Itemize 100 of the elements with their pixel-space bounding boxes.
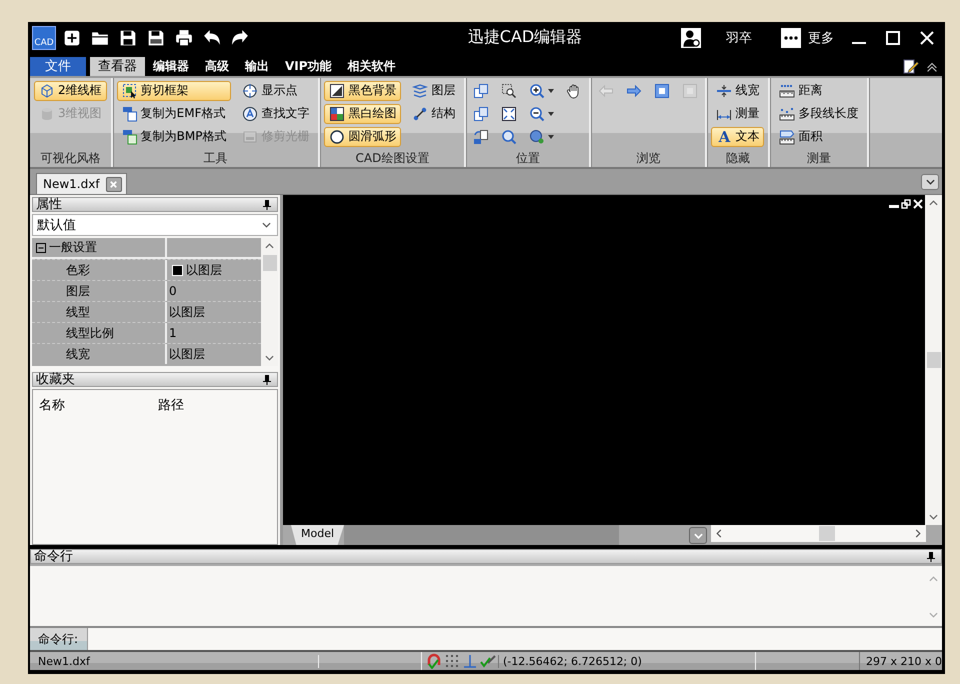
property-value[interactable]: 0	[169, 284, 177, 298]
chevron-down-icon	[262, 222, 271, 228]
ribbon-button[interactable]: 查找文字	[237, 104, 314, 124]
scroll-right-icon[interactable]	[915, 529, 921, 538]
command-prompt-label: 命令行:	[30, 628, 88, 650]
caret-icon	[548, 134, 554, 139]
property-value[interactable]: 以图层	[169, 304, 205, 321]
ribbon-group-label: 浏览	[635, 150, 662, 168]
document-icon	[122, 128, 138, 145]
menu-tab[interactable]: 查看器	[90, 56, 145, 76]
zoom-out-icon	[529, 106, 546, 122]
ribbon-button[interactable]: 线宽	[711, 80, 764, 101]
dashed-frame-icon	[122, 82, 138, 99]
globe-icon	[529, 128, 546, 145]
menu-tab[interactable]: 高级	[197, 56, 237, 76]
ribbon-button[interactable]: 黑白绘图	[324, 104, 402, 124]
status-file-name: New1.dxf	[30, 654, 319, 668]
ribbon-button[interactable]: 显示点	[237, 80, 314, 101]
more-icon[interactable]	[778, 26, 804, 50]
pen-check-icon[interactable]	[480, 653, 496, 669]
layout-tab[interactable]: Model	[291, 525, 344, 545]
section-row[interactable]: 一般设置	[32, 238, 167, 260]
ribbon-button[interactable]: 圆滑弧形	[324, 126, 402, 147]
horizontal-scrollbar[interactable]	[711, 525, 926, 542]
copy-pages-icon	[473, 82, 490, 99]
pin-icon[interactable]	[263, 374, 271, 385]
close-tab-button[interactable]	[106, 176, 122, 192]
column-header[interactable]: 名称	[39, 396, 158, 414]
scroll-thumb[interactable]	[819, 526, 835, 541]
ribbon-button[interactable]: 测量	[711, 104, 764, 124]
document-tab-label[interactable]: New1.dxf	[43, 177, 100, 192]
ribbon-button[interactable]: 图层	[407, 80, 460, 101]
ortho-icon[interactable]	[462, 653, 478, 669]
user-name[interactable]: 羽卒	[726, 28, 752, 47]
panel-title: 命令行	[34, 550, 73, 563]
line-weight-icon	[716, 82, 732, 99]
layout-list-button[interactable]	[689, 527, 707, 544]
color-squares-icon	[329, 106, 346, 122]
ribbon-button[interactable]: A 文本	[711, 126, 764, 147]
scroll-left-icon[interactable]	[716, 529, 722, 538]
collapse-icon[interactable]	[36, 242, 46, 253]
ribbon-button[interactable]: 黑色背景	[324, 80, 402, 101]
property-value[interactable]: 1	[169, 326, 177, 340]
user-icon[interactable]	[678, 26, 704, 50]
ruler-icon	[779, 82, 796, 99]
property-value[interactable]: 以图层	[186, 262, 222, 279]
menu-tab[interactable]: VIP功能	[277, 56, 340, 76]
zoom-window-icon	[501, 82, 518, 99]
ribbon-group-label: 测量	[806, 150, 832, 168]
ribbon-button[interactable]: 距离	[774, 80, 864, 101]
column-header[interactable]: 路径	[158, 396, 277, 414]
property-value[interactable]: 以图层	[169, 346, 205, 363]
more-label[interactable]: 更多	[808, 28, 834, 47]
window-title: 迅捷CAD编辑器	[466, 27, 584, 48]
ruler-area-icon	[779, 128, 796, 145]
document-tab[interactable]: New1.dxf	[36, 173, 127, 194]
scroll-up-icon[interactable]	[929, 200, 938, 206]
cursor-coordinates: (-12.56462; 6.726512; 0)	[498, 654, 753, 668]
copy-pages-icon	[473, 106, 490, 122]
pin-icon[interactable]	[927, 552, 935, 562]
ribbon-button[interactable]: 2维线框	[34, 80, 107, 101]
snap-magnet-icon[interactable]	[426, 653, 442, 669]
property-name: 线型	[66, 304, 90, 321]
ribbon-button[interactable]: 结构	[407, 104, 460, 124]
scroll-down-icon[interactable]	[265, 355, 274, 362]
ribbon-group-label: CAD绘图设置	[354, 150, 430, 168]
ribbon-button[interactable]: 复制为BMP格式	[116, 126, 232, 147]
pin-icon[interactable]	[263, 200, 271, 210]
menu-tab[interactable]: 编辑器	[145, 56, 197, 76]
paper-size: 297 x 210 x 0	[865, 654, 942, 668]
ruler-points-icon	[779, 106, 796, 122]
ribbon-button[interactable]: 复制为EMF格式	[116, 104, 232, 124]
property-name: 线宽	[66, 346, 90, 363]
scroll-down-icon[interactable]	[929, 514, 938, 520]
scroll-up-icon[interactable]	[265, 243, 274, 250]
crosshair-icon	[242, 82, 258, 99]
ribbon-group-label: 工具	[202, 150, 229, 168]
scroll-thumb[interactable]	[926, 352, 940, 368]
restore-icon[interactable]	[901, 199, 911, 210]
property-name: 线型比例	[66, 324, 114, 342]
grid-icon[interactable]	[444, 653, 460, 669]
close-icon[interactable]	[913, 199, 923, 210]
menu-tab[interactable]: 相关软件	[340, 56, 404, 76]
circle-icon	[329, 128, 346, 145]
scroll-thumb[interactable]	[262, 255, 276, 272]
section-label: 一般设置	[49, 239, 97, 256]
ribbon-button[interactable]: 多段线长度	[774, 104, 864, 124]
chevron-down-icon	[694, 532, 702, 538]
ribbon-button[interactable]: 剪切框架	[116, 80, 232, 101]
property-name: 色彩	[66, 262, 90, 279]
menu-tab[interactable]: 文件	[30, 56, 86, 76]
menu-tab[interactable]: 输出	[237, 56, 277, 76]
linked-nodes-icon	[412, 106, 428, 122]
close-icon	[109, 180, 118, 189]
color-swatch	[172, 264, 183, 276]
wireframe-cube-icon	[39, 82, 55, 99]
arrow-left-icon	[598, 82, 614, 99]
tab-list-button[interactable]	[921, 174, 939, 190]
object-selector[interactable]: 默认值	[32, 214, 278, 236]
ribbon-button[interactable]: 面积	[774, 126, 864, 147]
